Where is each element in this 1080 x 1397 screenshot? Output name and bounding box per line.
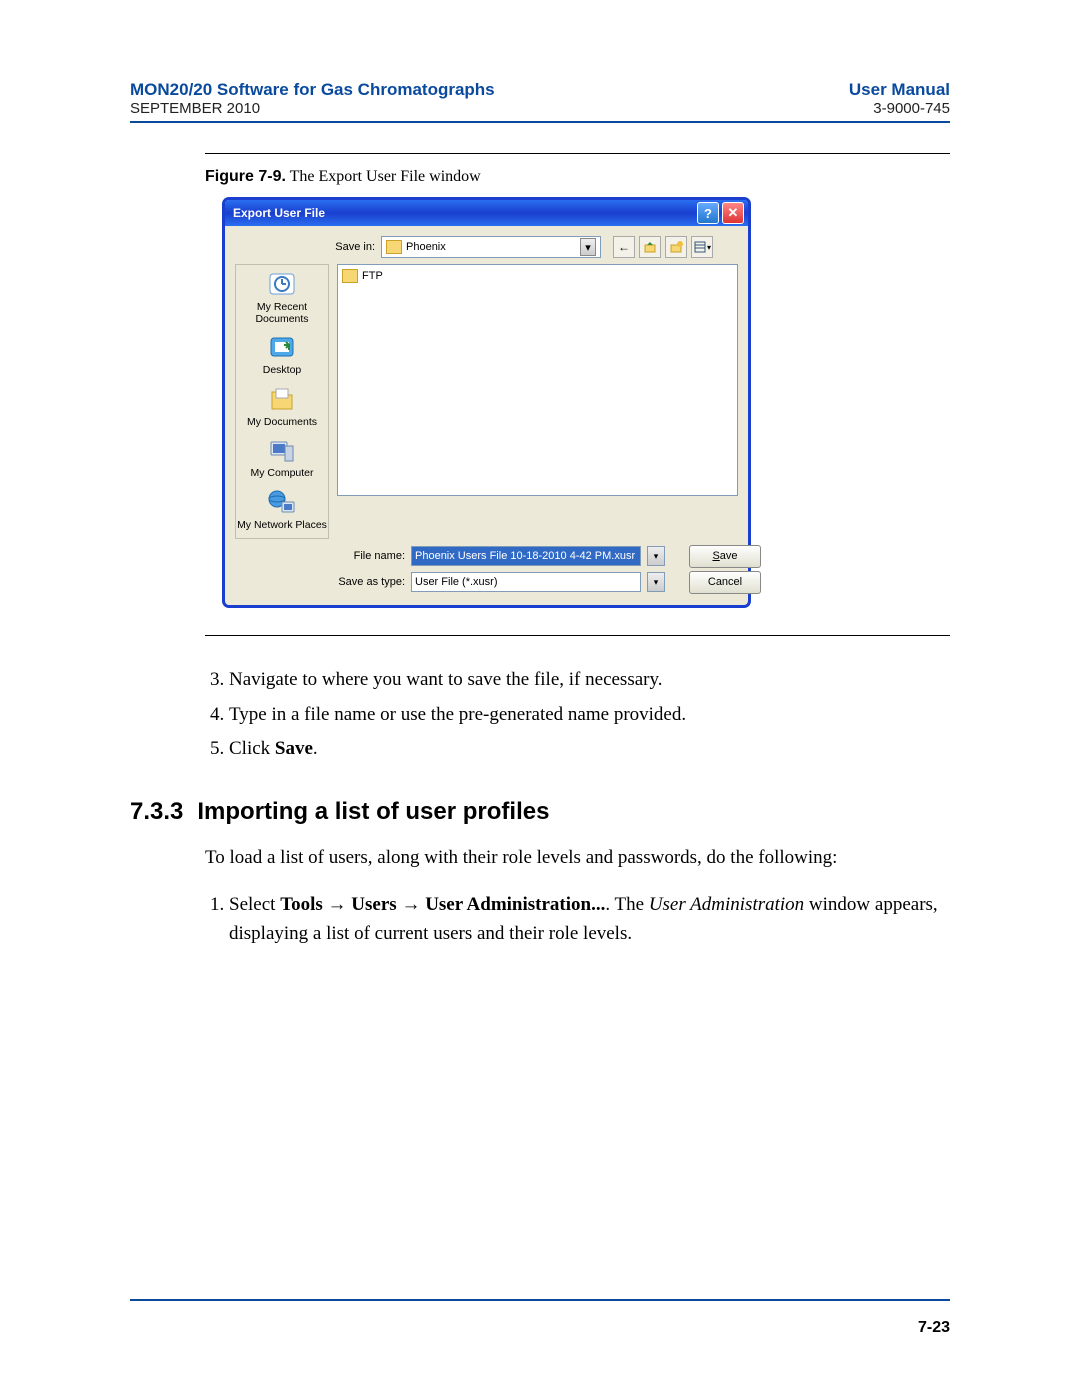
dialog-titlebar[interactable]: Export User File ? ✕ (225, 200, 748, 226)
filename-input[interactable]: Phoenix Users File 10-18-2010 4-42 PM.xu… (411, 546, 641, 566)
section-heading: 7.3.3 Importing a list of user profiles (130, 798, 950, 826)
cancel-button[interactable]: Cancel (689, 571, 761, 594)
saveastype-label: Save as type: (335, 576, 405, 588)
chevron-down-icon[interactable]: ▾ (580, 238, 596, 256)
step-3: Navigate to where you want to save the f… (229, 666, 950, 695)
file-item-label: FTP (362, 270, 383, 282)
views-icon[interactable]: ▾ (691, 236, 713, 258)
savein-combo[interactable]: Phoenix ▾ (381, 236, 601, 258)
close-button[interactable]: ✕ (722, 202, 744, 224)
up-one-level-icon[interactable] (639, 236, 661, 258)
header-title-right: User Manual (849, 80, 950, 100)
step-4: Type in a file name or use the pre-gener… (229, 701, 950, 730)
section-number: 7.3.3 (130, 798, 183, 826)
page-number: 7-23 (918, 1319, 950, 1336)
savein-label: Save in: (325, 241, 375, 253)
header-title-left: MON20/20 Software for Gas Chromatographs (130, 80, 495, 100)
folder-icon (386, 240, 402, 254)
place-mynet-label: My Network Places (237, 519, 327, 531)
section-body: To load a list of users, along with thei… (205, 844, 950, 949)
saveastype-input[interactable]: User File (*.xusr) (411, 572, 641, 592)
save-button[interactable]: Save (689, 545, 761, 568)
section-title: Importing a list of user profiles (197, 798, 549, 826)
place-mydocs[interactable]: My Documents (236, 382, 328, 434)
place-mycomp[interactable]: My Computer (236, 433, 328, 485)
help-button[interactable]: ? (697, 202, 719, 224)
figure-label: Figure 7-9. (205, 168, 286, 185)
figure-block: Figure 7-9. The Export User File window … (205, 153, 950, 636)
place-desktop[interactable]: Desktop (236, 330, 328, 382)
page-footer: 7-23 (130, 1299, 950, 1337)
header-docnum: 3-9000-745 (849, 100, 950, 117)
place-mydocs-label: My Documents (247, 416, 317, 428)
intro-para: To load a list of users, along with thei… (205, 844, 950, 873)
file-list-area[interactable]: FTP (337, 264, 738, 496)
place-mycomp-label: My Computer (250, 467, 313, 479)
saveastype-dropdown[interactable]: ▾ (647, 572, 665, 592)
figure-caption-text: The Export User File window (290, 168, 481, 185)
header-date: SEPTEMBER 2010 (130, 100, 495, 117)
place-mynet[interactable]: My Network Places (236, 485, 328, 537)
place-desktop-label: Desktop (263, 364, 302, 376)
new-folder-icon[interactable] (665, 236, 687, 258)
page-header: MON20/20 Software for Gas Chromatographs… (130, 80, 950, 123)
body-text: Navigate to where you want to save the f… (205, 666, 950, 764)
place-recent-label: My Recent Documents (255, 301, 308, 325)
step-b1: Select Tools → Users → User Administrati… (229, 891, 950, 948)
step-5: Click Save. (229, 735, 950, 764)
filename-label: File name: (335, 550, 405, 562)
dialog-title: Export User File (233, 206, 325, 220)
export-user-file-dialog: Export User File ? ✕ Save in: Phoenix ▾ … (223, 198, 750, 607)
places-bar: My Recent Documents Desktop (235, 264, 329, 539)
back-icon[interactable]: ← (613, 236, 635, 258)
figure-caption: Figure 7-9. The Export User File window (205, 168, 950, 186)
folder-icon (342, 269, 358, 283)
file-item-ftp[interactable]: FTP (342, 269, 733, 283)
place-recent[interactable]: My Recent Documents (236, 267, 328, 330)
savein-value: Phoenix (406, 241, 446, 253)
filename-dropdown[interactable]: ▾ (647, 546, 665, 566)
